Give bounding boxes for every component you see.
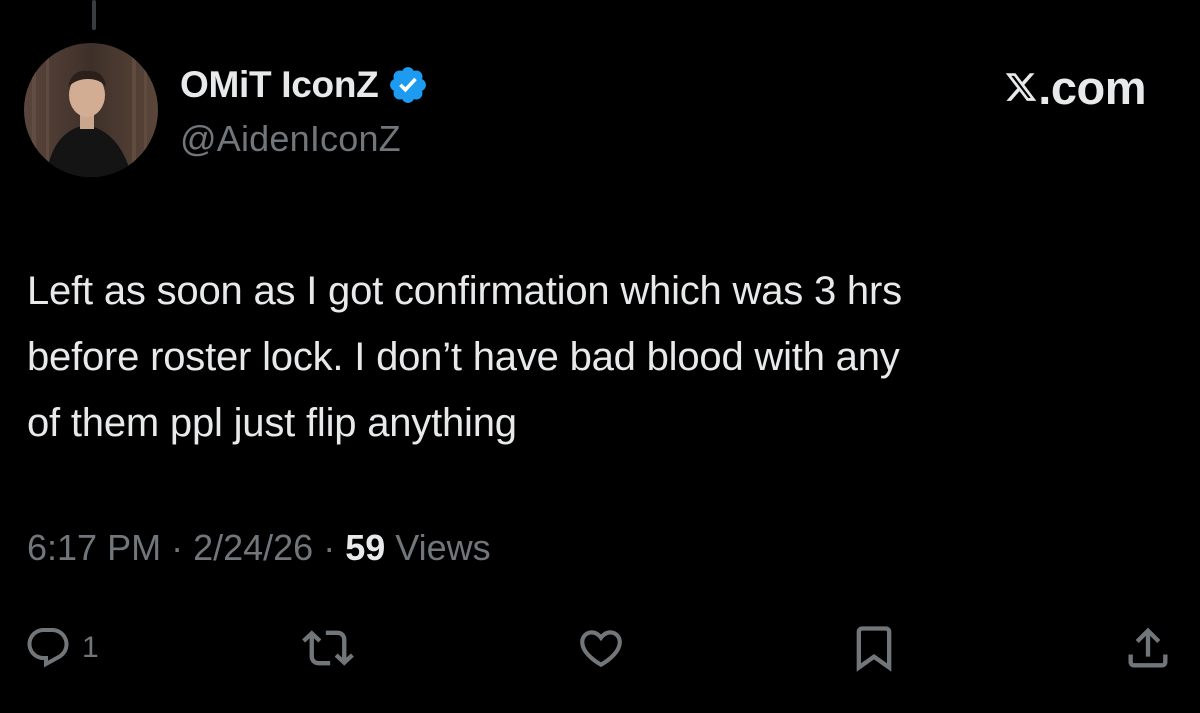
action-bar: 1 <box>0 618 1200 678</box>
meta-separator: · <box>161 527 194 568</box>
display-name[interactable]: OMiT IconZ <box>180 64 379 106</box>
share-button[interactable] <box>1122 618 1174 678</box>
bookmark-button[interactable] <box>848 618 900 678</box>
tweet-metadata: 6:17 PM · 2/24/26 · 59 Views <box>27 527 491 569</box>
brand-watermark: .com <box>1004 60 1146 114</box>
like-button[interactable] <box>576 618 626 678</box>
author-handle[interactable]: @AidenIconZ <box>180 118 401 160</box>
thread-connector-line <box>92 0 96 30</box>
views-count[interactable]: 59 <box>345 527 385 569</box>
reply-button[interactable]: 1 <box>24 618 99 678</box>
tweet-time[interactable]: 6:17 PM <box>27 527 161 569</box>
tweet-body: Left as soon as I got confirmation which… <box>27 258 1167 456</box>
tweet-line: of them ppl just flip anything <box>27 401 517 445</box>
heart-icon <box>580 630 622 668</box>
tweet-line: before roster lock. I don’t have bad blo… <box>27 335 900 379</box>
avatar-photo <box>24 43 158 177</box>
reply-count: 1 <box>82 631 99 664</box>
bookmark-icon <box>856 626 892 672</box>
tweet-date[interactable]: 2/24/26 <box>193 527 313 569</box>
retweet-button[interactable] <box>302 618 354 678</box>
share-icon <box>1128 627 1168 668</box>
brand-domain-text: .com <box>1038 60 1146 114</box>
verified-badge-icon <box>387 64 429 106</box>
meta-separator: · <box>313 527 346 568</box>
reply-icon <box>27 628 69 668</box>
tweet-line: Left as soon as I got confirmation which… <box>27 269 902 313</box>
author-name-row[interactable]: OMiT IconZ <box>180 62 429 108</box>
retweet-icon <box>302 630 354 666</box>
views-label[interactable]: Views <box>385 527 490 569</box>
x-logo-icon <box>1004 68 1038 106</box>
avatar[interactable] <box>24 43 158 177</box>
